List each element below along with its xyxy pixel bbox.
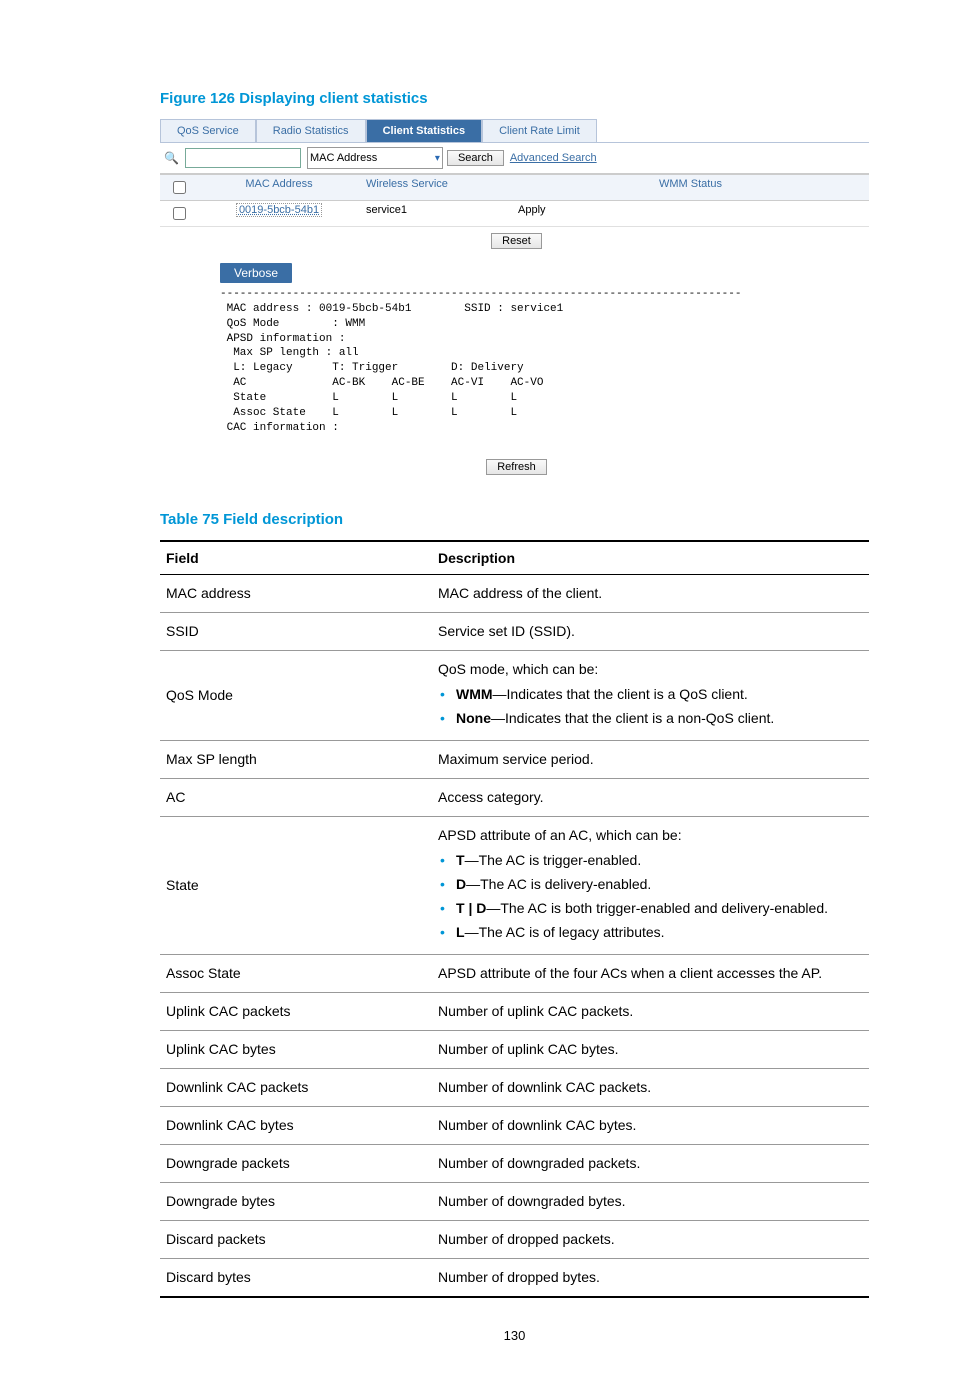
search-field-select[interactable]: MAC Address (307, 147, 443, 169)
figure-title: Figure 126 Displaying client statistics (160, 90, 869, 107)
desc-cell: QoS mode, which can be: WMM—Indicates th… (432, 651, 869, 741)
desc-cell: Number of downgraded packets. (432, 1145, 869, 1183)
term-desc: —Indicates that the client is a QoS clie… (493, 686, 748, 702)
field-cell: SSID (160, 613, 432, 651)
refresh-button[interactable]: Refresh (486, 459, 547, 475)
term: T (456, 852, 465, 868)
field-cell: Max SP length (160, 741, 432, 779)
search-input[interactable] (185, 148, 301, 168)
search-icon: 🔍 (164, 151, 179, 165)
screenshot-panel: QoS Service Radio Statistics Client Stat… (160, 119, 869, 481)
desc-cell: MAC address of the client. (432, 575, 869, 613)
desc-cell: Service set ID (SSID). (432, 613, 869, 651)
col-mac-address: MAC Address (198, 175, 360, 200)
desc-cell: Number of dropped bytes. (432, 1259, 869, 1298)
list-item: D—The AC is delivery-enabled. (438, 874, 863, 895)
desc-cell: APSD attribute of an AC, which can be: T… (432, 817, 869, 955)
tab-qos-service[interactable]: QoS Service (160, 119, 256, 142)
col-wireless-service: Wireless Service (360, 175, 512, 200)
list-item: WMM—Indicates that the client is a QoS c… (438, 684, 863, 705)
field-cell: Uplink CAC bytes (160, 1031, 432, 1069)
field-cell: Assoc State (160, 955, 432, 993)
advanced-search-link[interactable]: Advanced Search (510, 152, 597, 164)
desc-cell: Number of uplink CAC bytes. (432, 1031, 869, 1069)
field-cell: Downgrade packets (160, 1145, 432, 1183)
field-cell: MAC address (160, 575, 432, 613)
term: WMM (456, 686, 493, 702)
list-item: T | D—The AC is both trigger-enabled and… (438, 898, 863, 919)
table-title: Table 75 Field description (160, 511, 869, 528)
col-wmm-status: WMM Status (512, 175, 869, 200)
tab-client-statistics[interactable]: Client Statistics (366, 119, 483, 142)
term-desc: —The AC is of legacy attributes. (465, 924, 665, 940)
field-cell: AC (160, 779, 432, 817)
term: T | D (456, 900, 486, 916)
term-desc: —The AC is trigger-enabled. (465, 852, 642, 868)
desc-lead: APSD attribute of an AC, which can be: (438, 827, 682, 843)
field-description-table: Field Description MAC addressMAC address… (160, 540, 869, 1298)
table-row: 0019-5bcb-54b1 service1 Apply (160, 201, 869, 227)
term-desc: —The AC is delivery-enabled. (466, 876, 651, 892)
desc-cell: Number of downlink CAC packets. (432, 1069, 869, 1107)
row-wmm-status: Apply (512, 201, 869, 226)
th-field: Field (160, 541, 432, 575)
desc-cell: APSD attribute of the four ACs when a cl… (432, 955, 869, 993)
field-cell: Downlink CAC bytes (160, 1107, 432, 1145)
desc-cell: Access category. (432, 779, 869, 817)
desc-cell: Number of downgraded bytes. (432, 1183, 869, 1221)
field-cell: Discard packets (160, 1221, 432, 1259)
page-number: 130 (160, 1328, 869, 1343)
desc-cell: Number of dropped packets. (432, 1221, 869, 1259)
verbose-output: ----------------------------------------… (220, 287, 869, 435)
list-item: None—Indicates that the client is a non-… (438, 708, 863, 729)
term: D (456, 876, 466, 892)
term-desc: —Indicates that the client is a non-QoS … (491, 710, 774, 726)
reset-button[interactable]: Reset (491, 233, 542, 249)
field-cell: QoS Mode (160, 651, 432, 741)
field-cell: Downlink CAC packets (160, 1069, 432, 1107)
tab-client-rate-limit[interactable]: Client Rate Limit (482, 119, 597, 142)
tab-radio-statistics[interactable]: Radio Statistics (256, 119, 366, 142)
desc-cell: Number of downlink CAC bytes. (432, 1107, 869, 1145)
row-checkbox[interactable] (173, 207, 186, 220)
desc-cell: Maximum service period. (432, 741, 869, 779)
list-item: L—The AC is of legacy attributes. (438, 922, 863, 943)
mac-address-link[interactable]: 0019-5bcb-54b1 (236, 203, 322, 217)
desc-lead: QoS mode, which can be: (438, 661, 598, 677)
term-desc: —The AC is both trigger-enabled and deli… (486, 900, 828, 916)
row-wireless-service: service1 (360, 201, 512, 226)
term: None (456, 710, 491, 726)
th-description: Description (432, 541, 869, 575)
select-all-checkbox[interactable] (173, 181, 186, 194)
field-cell: State (160, 817, 432, 955)
list-item: T—The AC is trigger-enabled. (438, 850, 863, 871)
term: L (456, 924, 465, 940)
verbose-tab[interactable]: Verbose (220, 263, 292, 283)
desc-cell: Number of uplink CAC packets. (432, 993, 869, 1031)
field-cell: Discard bytes (160, 1259, 432, 1298)
field-cell: Downgrade bytes (160, 1183, 432, 1221)
field-cell: Uplink CAC packets (160, 993, 432, 1031)
search-button[interactable]: Search (447, 150, 504, 166)
